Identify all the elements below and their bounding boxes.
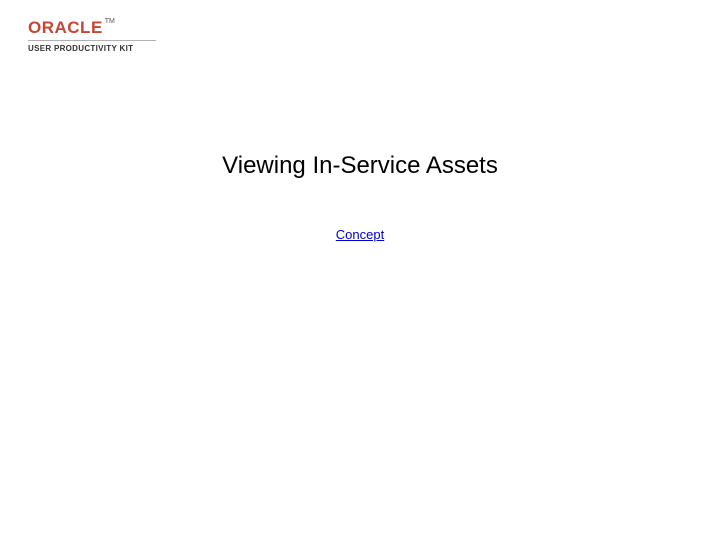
page-title: Viewing In-Service Assets bbox=[0, 152, 720, 180]
subbrand-text: USER PRODUCTIVITY KIT bbox=[28, 44, 156, 53]
concept-link[interactable]: Concept bbox=[336, 227, 384, 242]
oracle-wordmark: ORACLETM bbox=[28, 18, 156, 38]
link-row: Concept bbox=[0, 226, 720, 244]
brand-text: ORACLE bbox=[28, 18, 103, 37]
trademark-symbol: TM bbox=[105, 18, 115, 25]
main-content: Viewing In-Service Assets Concept bbox=[0, 152, 720, 244]
oracle-logo-block: ORACLETM USER PRODUCTIVITY KIT bbox=[28, 18, 156, 53]
logo-divider bbox=[28, 40, 156, 41]
